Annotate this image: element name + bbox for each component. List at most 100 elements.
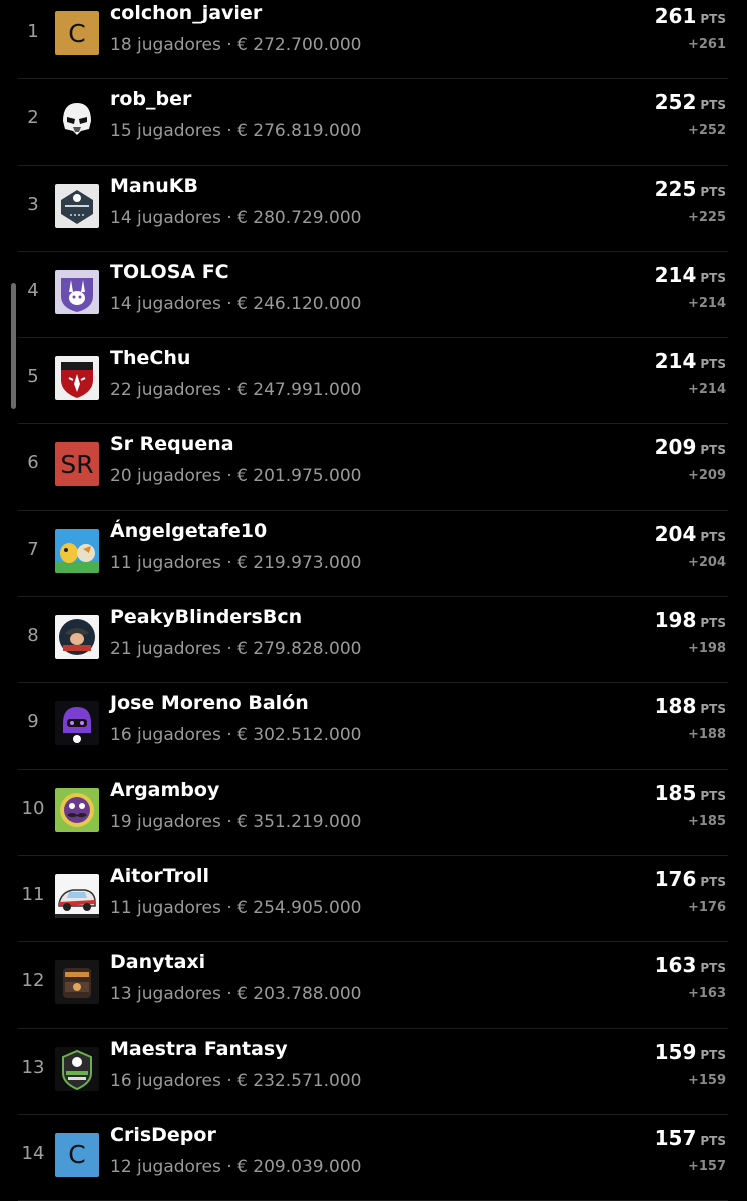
points-unit: PTS [700, 616, 726, 631]
points-unit: PTS [700, 874, 726, 889]
leaderboard-row[interactable]: 11 AitorTroll 11 jugadores · € 254.905.0… [18, 856, 728, 943]
leaderboard-row[interactable]: 3 ManuKB 14 jugadores · € 280.729.000 22… [18, 166, 728, 252]
rank: 10 [21, 797, 45, 819]
points: 185 PTS [655, 781, 726, 805]
team-name[interactable]: Argamboy [110, 779, 219, 801]
scrollbar[interactable] [11, 283, 16, 409]
points-delta: +198 [687, 641, 726, 657]
leaderboard-row[interactable]: 5 TheChu 22 jugadores · € 247.991.000 21… [18, 338, 728, 425]
points-value: 252 [654, 90, 697, 115]
team-meta: 14 jugadores · € 246.120.000 [110, 293, 362, 314]
points-value: 163 [654, 953, 697, 978]
leaderboard-row[interactable]: 13 Maestra Fantasy 16 jugadores · € 232.… [18, 1029, 728, 1115]
peaky-blinders-badge-icon [55, 615, 99, 660]
points-unit: PTS [700, 788, 726, 803]
leaderboard-row[interactable]: 1 C colchon_javier 18 jugadores · € 272.… [18, 0, 728, 80]
avatar[interactable] [55, 269, 99, 314]
points: 214 PTS [655, 349, 726, 373]
rank: 6 [27, 452, 39, 474]
rank: 9 [27, 711, 39, 733]
stormtrooper-helmet-icon [55, 97, 99, 142]
leaderboard-row[interactable]: 14 C CrisDepor 12 jugadores · € 209.039.… [18, 1115, 728, 1201]
team-name[interactable]: rob_ber [110, 88, 191, 110]
team-meta: 14 jugadores · € 280.729.000 [110, 207, 362, 228]
points-unit: PTS [700, 357, 726, 372]
points-value: 261 [654, 4, 697, 28]
team-name[interactable]: TOLOSA FC [110, 261, 229, 283]
team-name[interactable]: Jose Moreno Balón [110, 692, 309, 714]
team-name[interactable]: Sr Requena [110, 433, 234, 455]
points-delta: +185 [687, 813, 726, 829]
points-delta: +176 [687, 899, 726, 915]
rank: 12 [21, 970, 45, 992]
points-delta: +261 [687, 37, 726, 52]
avatar[interactable] [55, 701, 99, 746]
rank: 2 [27, 107, 39, 129]
avatar[interactable] [55, 183, 99, 228]
avatar[interactable] [55, 97, 99, 142]
leaderboard-row[interactable]: 4 TOLOSA FC 14 jugadores · € 246.120.000… [18, 252, 728, 339]
avatar-letter: SR [55, 442, 99, 487]
avatar[interactable] [55, 528, 99, 573]
team-name[interactable]: Danytaxi [110, 951, 205, 973]
points: 198 PTS [655, 608, 726, 632]
cartoon-car-icon [55, 873, 99, 918]
points-value: 204 [654, 521, 697, 546]
avatar[interactable] [55, 1046, 99, 1091]
points-delta: +209 [687, 468, 726, 484]
points-value: 176 [654, 866, 697, 891]
avatar[interactable]: SR [55, 442, 99, 487]
avatar[interactable] [55, 356, 99, 401]
leaderboard-row[interactable]: 10 Argamboy 19 jugadores · € 351.219.000… [18, 770, 728, 856]
points: 157 PTS [655, 1126, 726, 1150]
avatar[interactable] [55, 873, 99, 918]
points: 214 PTS [655, 263, 726, 287]
team-name[interactable]: CrisDepor [110, 1124, 216, 1146]
points-delta: +157 [687, 1158, 726, 1174]
points: 163 PTS [655, 953, 726, 977]
team-name[interactable]: ManuKB [110, 175, 198, 197]
points-unit: PTS [700, 1047, 726, 1062]
avatar[interactable]: C [55, 11, 99, 55]
team-name[interactable]: Maestra Fantasy [110, 1038, 288, 1060]
leaderboard-row[interactable]: 8 PeakyBlindersBcn 21 jugadores · € 279.… [18, 597, 728, 684]
points-unit: PTS [700, 1133, 726, 1148]
leaderboard-row[interactable]: 9 Jose Moreno Balón 16 jugadores · € 302… [18, 683, 728, 770]
maestra-fantasy-badge-icon [55, 1046, 99, 1091]
points: 188 PTS [655, 694, 726, 718]
team-name[interactable]: colchon_javier [110, 2, 262, 24]
team-name[interactable]: AitorTroll [110, 865, 209, 887]
leaderboard-row[interactable]: 12 Danytaxi 13 jugadores · € 203.788.000… [18, 942, 728, 1029]
leaderboard-row[interactable]: 2 rob_ber 15 jugadores · € 276.819.000 2… [18, 79, 728, 166]
points: 159 PTS [655, 1040, 726, 1064]
cartoon-characters-icon [55, 528, 99, 573]
leaderboard-row[interactable]: 6 SR Sr Requena 20 jugadores · € 201.975… [18, 424, 728, 511]
team-meta: 15 jugadores · € 276.819.000 [110, 121, 362, 142]
points-delta: +204 [687, 554, 726, 570]
points: 176 PTS [655, 867, 726, 891]
rank: 14 [21, 1142, 45, 1164]
green-mustache-face-icon [55, 787, 99, 832]
team-name[interactable]: TheChu [110, 347, 190, 369]
avatar[interactable] [55, 615, 99, 660]
rank: 5 [27, 366, 39, 388]
points-unit: PTS [700, 961, 726, 976]
team-meta: 13 jugadores · € 203.788.000 [110, 984, 362, 1005]
points-unit: PTS [700, 270, 726, 285]
leaderboard-row[interactable]: 7 Ángelgetafe10 11 jugadores · € 219.973… [18, 511, 728, 598]
team-name[interactable]: PeakyBlindersBcn [110, 606, 302, 628]
points-unit: PTS [700, 12, 726, 26]
avatar[interactable] [55, 787, 99, 832]
team-name[interactable]: Ángelgetafe10 [110, 520, 267, 542]
points-value: 214 [654, 349, 697, 374]
avatar[interactable] [55, 960, 99, 1005]
team-meta: 21 jugadores · € 279.828.000 [110, 639, 362, 660]
avatar[interactable]: C [55, 1132, 99, 1177]
team-meta: 22 jugadores · € 247.991.000 [110, 380, 362, 401]
points-value: 185 [654, 780, 697, 805]
points: 209 PTS [655, 435, 726, 459]
points-delta: +159 [687, 1072, 726, 1088]
points: 204 PTS [655, 522, 726, 546]
points-delta: +214 [687, 295, 726, 311]
team-meta: 11 jugadores · € 254.905.000 [110, 897, 362, 918]
